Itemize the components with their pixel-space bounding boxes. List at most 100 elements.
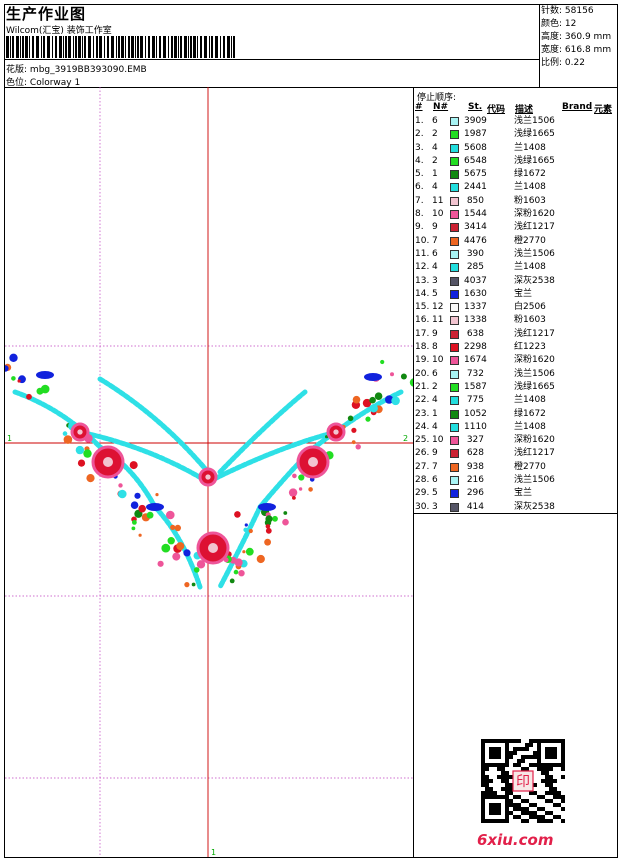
barcode-bar xyxy=(55,36,57,58)
motif xyxy=(288,488,298,497)
barcode-bar xyxy=(12,36,14,58)
stop-row: 10. 7 4476 橙2770 xyxy=(414,235,614,248)
stop-stitches: 1674 xyxy=(464,355,487,366)
motif xyxy=(63,435,73,444)
motif xyxy=(242,550,246,554)
barcode-bar xyxy=(227,36,230,58)
motif xyxy=(265,524,271,529)
barcode-bar xyxy=(174,36,177,58)
barcode-bar xyxy=(200,36,202,58)
stop-index: 9. xyxy=(415,222,424,233)
stop-row: 23. 1 1052 绿1672 xyxy=(414,408,614,421)
motif xyxy=(234,511,241,518)
color-swatch xyxy=(450,289,459,299)
stop-needle: 12 xyxy=(432,302,444,313)
stop-needle: 2 xyxy=(432,155,438,166)
stop-index: 8. xyxy=(415,209,424,220)
stat-width: 宽度: 616.8 mm xyxy=(541,45,612,55)
barcode-bar xyxy=(41,36,42,58)
rose-center xyxy=(333,429,339,435)
stop-description: 深灰2538 xyxy=(514,501,555,512)
stop-row: 14. 5 1630 宝兰 xyxy=(414,288,614,301)
motif xyxy=(26,393,32,400)
stop-needle: 11 xyxy=(432,195,444,206)
motif xyxy=(157,560,164,567)
barcode-bar xyxy=(145,36,146,58)
motif xyxy=(62,431,68,436)
motif xyxy=(155,493,159,497)
marker-right: 2 xyxy=(403,434,408,443)
barcode-bar xyxy=(43,36,45,58)
color-swatch xyxy=(450,422,459,432)
barcode-bar xyxy=(220,36,221,58)
stop-description: 浅兰1506 xyxy=(514,116,555,126)
stop-needle: 4 xyxy=(432,395,438,406)
barcode xyxy=(6,36,235,58)
barcode-bar xyxy=(78,36,81,58)
stop-row: 13. 3 4037 深灰2538 xyxy=(414,275,614,288)
stop-row: 4. 2 6548 浅绿1665 xyxy=(414,155,614,168)
header-divider xyxy=(4,59,540,60)
rose-center xyxy=(208,543,218,553)
stop-stitches: 1337 xyxy=(464,302,487,313)
color-swatch xyxy=(450,382,459,392)
barcode-bar xyxy=(118,36,120,58)
barcode-bar xyxy=(152,36,155,58)
stop-row: 21. 2 1587 浅绿1665 xyxy=(414,381,614,394)
qr-stamp-text: 印 xyxy=(516,774,530,790)
color-swatch xyxy=(450,329,459,339)
motif xyxy=(170,524,176,530)
motif xyxy=(174,524,181,532)
stop-description: 兰1408 xyxy=(514,182,546,193)
barcode-bar xyxy=(116,36,117,58)
motif xyxy=(347,415,354,422)
stop-index: 10. xyxy=(415,235,430,246)
color-swatch xyxy=(450,170,459,180)
barcode-bar xyxy=(65,36,67,58)
color-swatch xyxy=(450,502,459,512)
barcode-bar xyxy=(93,36,94,58)
motif xyxy=(283,511,288,515)
stop-index: 25. xyxy=(415,435,430,446)
stop-row: 2. 2 1987 浅绿1665 xyxy=(414,128,614,141)
stop-description: 深灰2538 xyxy=(514,275,555,286)
color-swatch xyxy=(450,356,459,366)
stop-needle: 1 xyxy=(432,169,438,180)
stop-stitches: 390 xyxy=(466,248,484,259)
stop-needle: 3 xyxy=(432,501,438,512)
color-swatch xyxy=(450,117,459,126)
stop-needle: 5 xyxy=(432,288,438,299)
motif xyxy=(380,359,385,365)
stop-index: 22. xyxy=(415,395,430,406)
stop-row: 12. 4 285 兰1408 xyxy=(414,261,614,274)
motif xyxy=(9,353,18,362)
design-file-row: 花版: mbg_3919BB393090.EMB xyxy=(6,62,147,75)
stop-index: 5. xyxy=(415,169,424,180)
motif xyxy=(138,504,146,513)
motif xyxy=(265,527,272,534)
barcode-bar xyxy=(88,36,91,58)
bird xyxy=(36,371,54,379)
rose-center xyxy=(205,474,211,480)
stop-row: 9. 9 3414 浅红1217 xyxy=(414,221,614,234)
stop-description: 深粉1620 xyxy=(514,435,555,446)
barcode-bar xyxy=(22,36,24,58)
barcode-bar xyxy=(96,36,98,58)
stop-stitches: 5608 xyxy=(464,142,487,153)
stop-row: 1. 6 3909 浅兰1506 xyxy=(414,115,614,128)
stop-row: 7. 11 850 粉1603 xyxy=(414,195,614,208)
color-swatch xyxy=(450,476,459,486)
stop-row: 28. 6 216 浅兰1506 xyxy=(414,474,614,487)
barcode-bar xyxy=(128,36,130,58)
stop-description: 绿1672 xyxy=(514,169,546,180)
col-header-index: # xyxy=(415,102,423,112)
stat-scale: 比例: 0.22 xyxy=(541,58,585,68)
stop-index: 1. xyxy=(415,116,424,126)
stop-description: 白2506 xyxy=(514,302,546,313)
color-swatch xyxy=(450,449,459,459)
motif xyxy=(83,449,92,458)
barcode-bar xyxy=(171,36,173,58)
barcode-bar xyxy=(148,36,150,58)
barcode-bar xyxy=(16,36,19,58)
barcode-bar xyxy=(52,36,53,58)
